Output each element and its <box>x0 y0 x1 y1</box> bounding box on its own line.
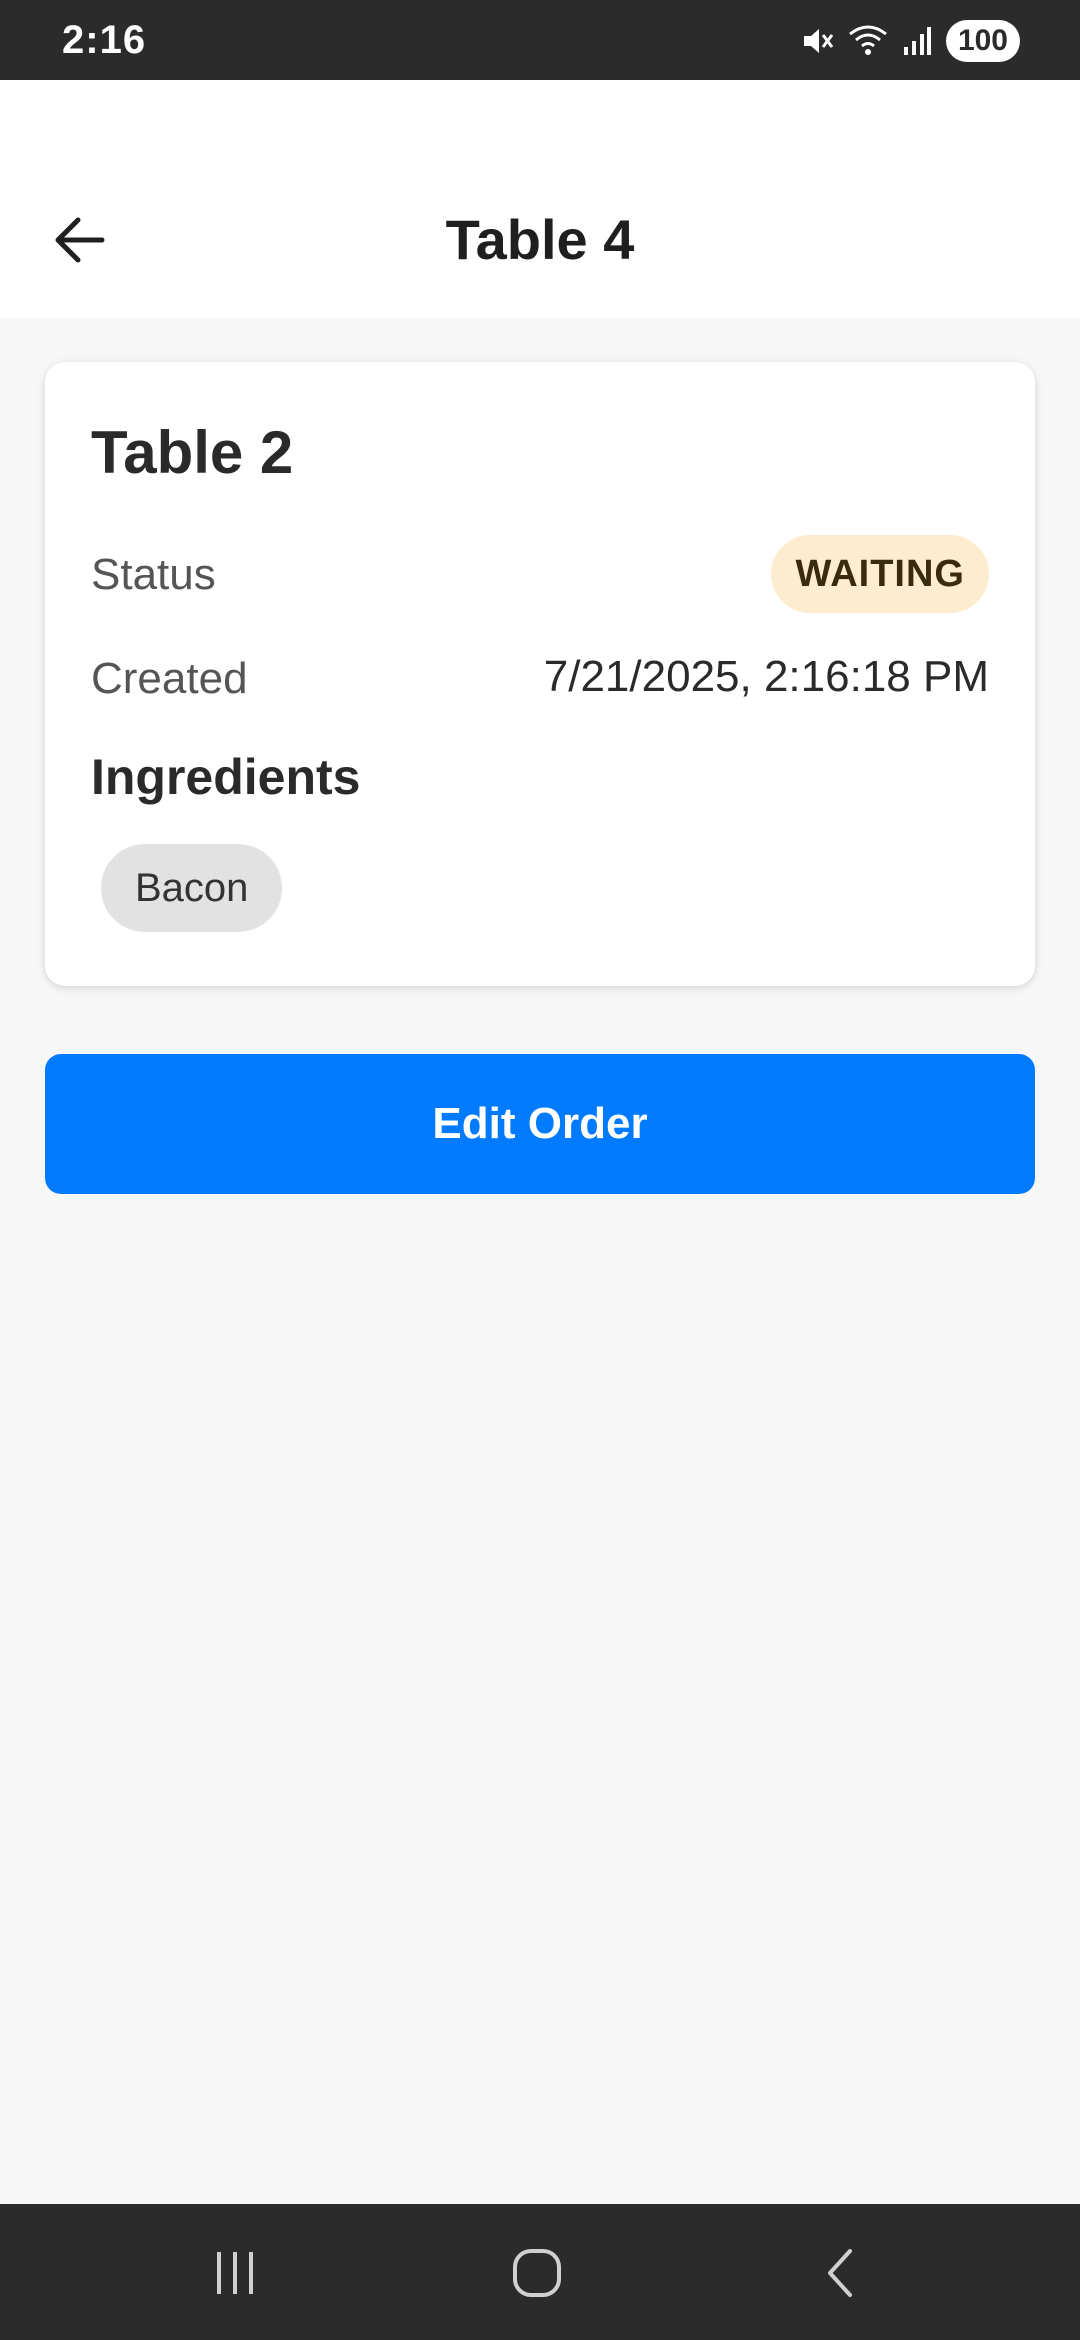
app-header: Table 4 <box>0 80 1080 318</box>
order-card: Table 2 Status WAITING Created 7/21/2025… <box>45 362 1035 986</box>
status-bar: 2:16 100 <box>0 0 1080 80</box>
wifi-icon <box>848 24 888 58</box>
recent-apps-button[interactable] <box>195 2238 275 2308</box>
ingredients-heading: Ingredients <box>91 749 361 805</box>
edit-order-button[interactable]: Edit Order <box>45 1054 1035 1194</box>
signal-icon <box>902 25 932 57</box>
status-badge: WAITING <box>771 535 989 613</box>
order-title: Table 2 <box>91 419 294 486</box>
ingredient-chip: Bacon <box>101 844 283 932</box>
status-time: 2:16 <box>62 18 147 62</box>
battery-icon: 100 <box>945 20 1020 62</box>
created-label: Created <box>91 654 248 703</box>
back-icon <box>828 2249 852 2297</box>
status-icons: 100 <box>800 18 1020 64</box>
system-back-button[interactable] <box>800 2238 880 2308</box>
home-icon <box>513 2249 561 2297</box>
page-title: Table 4 <box>445 208 635 271</box>
created-value: 7/21/2025, 2:16:18 PM <box>543 652 989 701</box>
mute-icon <box>800 24 834 58</box>
status-label: Status <box>91 550 216 599</box>
system-nav-bar <box>0 2204 1080 2340</box>
home-button[interactable] <box>497 2238 577 2308</box>
recent-apps-icon <box>217 2252 253 2294</box>
